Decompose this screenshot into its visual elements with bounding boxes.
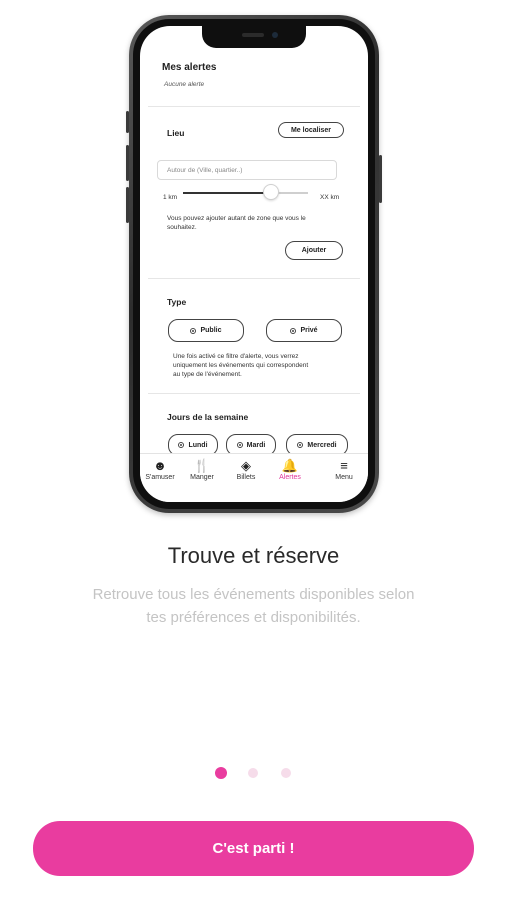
divider: [148, 106, 360, 107]
onboarding-headline: Trouve et réserve: [167, 543, 340, 568]
tab-samuser-label: S'amuser: [145, 474, 175, 481]
phone-power-button: [379, 155, 382, 203]
alerts-title: Mes alertes: [162, 62, 217, 73]
ticket-icon: ◈: [241, 458, 251, 473]
alerts-empty-text: Aucune alerte: [164, 81, 205, 88]
radio-dot-icon: [236, 442, 243, 448]
day-wednesday-label: Mercredi: [307, 441, 337, 449]
radio-dot-icon: [178, 442, 185, 448]
slider-max-label: XX km: [320, 194, 340, 201]
locate-me-label: Me localiser: [290, 126, 332, 134]
tab-menu[interactable]: ≡ Menu: [324, 458, 364, 481]
location-input-placeholder: Autour de (Ville, quartier..): [167, 166, 243, 174]
type-public-label: Public: [200, 327, 222, 334]
phone-volume-down: [126, 187, 129, 223]
type-help-text-line2: uniquement les événements qui correspond…: [173, 362, 309, 369]
lieu-help-text-line1: Vous pouvez ajouter autant de zone que v…: [167, 215, 306, 222]
start-button-label: C'est parti !: [212, 840, 295, 857]
radius-slider-thumb[interactable]: [262, 184, 279, 200]
type-help-text-line3: au type de l'événement.: [173, 371, 242, 378]
tab-alertes[interactable]: 🔔 Alertes: [270, 458, 310, 481]
bottom-tab-bar: ☻ S'amuser 🍴 Manger ◈ Billets 🔔 Alertes …: [140, 453, 368, 502]
bell-icon: 🔔: [281, 458, 299, 473]
phone-notch: [202, 26, 306, 48]
type-help-text-line1: Une fois activé ce filtre d'alerte, vous…: [173, 353, 299, 360]
type-title: Type: [167, 297, 187, 307]
speaker-grille: [242, 33, 264, 37]
page-indicator: [0, 767, 507, 779]
tab-samuser[interactable]: ☻ S'amuser: [140, 458, 180, 481]
tab-manger-label: Manger: [190, 474, 214, 481]
locate-me-button[interactable]: Me localiser: [278, 122, 344, 138]
onboarding-subtitle-line2: tes préférences et disponibilités.: [146, 609, 361, 626]
divider: [148, 278, 360, 279]
add-zone-button[interactable]: Ajouter: [285, 241, 343, 260]
radio-dot-icon: [297, 442, 304, 448]
phone-volume-up: [126, 145, 129, 181]
tab-alertes-label: Alertes: [279, 474, 301, 481]
fork-knife-icon: 🍴: [193, 458, 211, 473]
onboarding-subtitle: Retrouve tous les événements disponibles…: [50, 583, 457, 629]
type-public-chip[interactable]: Public: [168, 319, 244, 342]
phone-side-button: [126, 111, 129, 133]
tab-billets[interactable]: ◈ Billets: [226, 458, 266, 481]
type-private-chip[interactable]: Privé: [266, 319, 342, 342]
add-zone-label: Ajouter: [301, 247, 327, 254]
page-dot[interactable]: [248, 768, 258, 778]
radio-dot-icon: [290, 327, 297, 334]
page-dot-active[interactable]: [215, 767, 227, 779]
tab-menu-label: Menu: [335, 474, 353, 481]
lieu-title: Lieu: [167, 128, 185, 138]
radius-slider-track[interactable]: [183, 192, 308, 194]
start-button[interactable]: C'est parti !: [33, 821, 474, 876]
slider-min-label: 1 km: [163, 194, 178, 201]
radio-dot-icon: [190, 327, 197, 334]
location-input[interactable]: Autour de (Ville, quartier..): [157, 160, 337, 180]
hamburger-menu-icon: ≡: [340, 458, 348, 473]
tab-manger[interactable]: 🍴 Manger: [182, 458, 222, 481]
lieu-help-text-line2: souhaitez.: [167, 224, 197, 231]
phone-screen: Mes alertes Aucune alerte Lieu Me locali…: [140, 26, 368, 502]
radius-slider-fill: [183, 192, 271, 194]
day-monday-label: Lundi: [188, 441, 208, 449]
phone-mockup: Mes alertes Aucune alerte Lieu Me locali…: [126, 15, 382, 513]
page-dot[interactable]: [281, 768, 291, 778]
smiley-icon: ☻: [153, 458, 167, 473]
divider: [148, 393, 360, 394]
type-private-label: Privé: [300, 327, 318, 334]
front-camera: [272, 32, 278, 38]
days-title: Jours de la semaine: [167, 412, 249, 422]
tab-billets-label: Billets: [236, 474, 256, 481]
onboarding-subtitle-line1: Retrouve tous les événements disponibles…: [92, 586, 415, 603]
day-tuesday-label: Mardi: [246, 441, 266, 449]
